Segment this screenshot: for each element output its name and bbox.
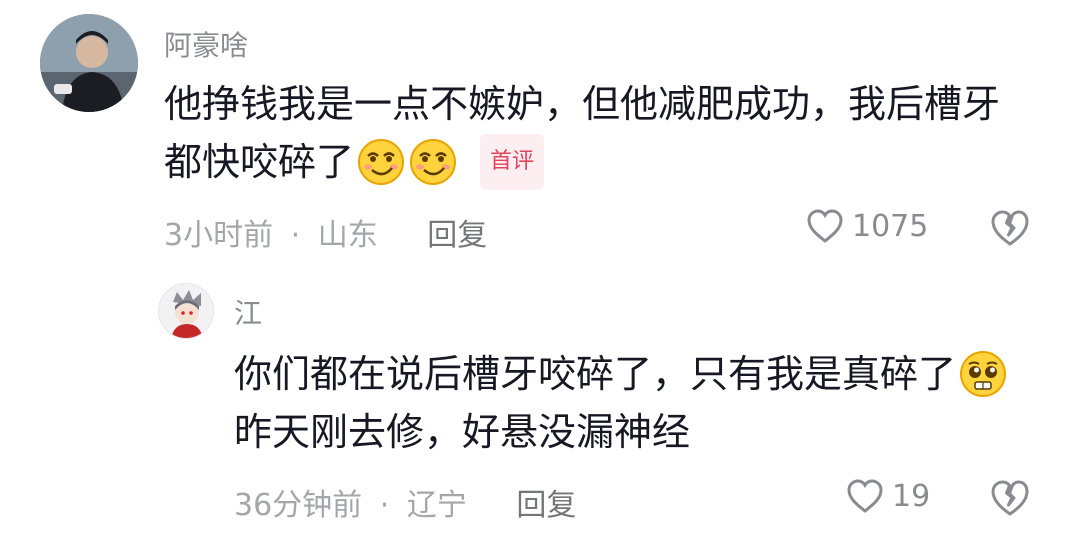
- meta-separator: ·: [379, 488, 390, 523]
- comment-time: 3小时前: [164, 218, 274, 253]
- pleading-face-emoji: [958, 349, 1008, 399]
- like-count: 1075: [852, 208, 929, 244]
- reply-like-count: 19: [892, 478, 931, 514]
- first-comment-badge: 首评: [480, 134, 545, 190]
- reply-username[interactable]: 江: [234, 292, 262, 332]
- reply-location: 辽宁: [406, 488, 467, 523]
- reply-text-line-1-row: 你们都在说后槽牙咬碎了，只有我是真碎了: [234, 348, 1008, 400]
- reply-text-line-2: 昨天刚去修，好悬没漏神经: [234, 410, 691, 454]
- broken-heart-icon[interactable]: [990, 209, 1030, 247]
- comment-meta: 3小时前 · 山东 回复: [164, 210, 487, 254]
- reply-like-button[interactable]: 19: [846, 478, 930, 514]
- smirk-face-emoji: [408, 137, 458, 187]
- reply-button[interactable]: 回复: [427, 218, 487, 253]
- heart-outline-icon: [806, 208, 844, 244]
- reply-text-line-1: 你们都在说后槽牙咬碎了，只有我是真碎了: [234, 352, 957, 396]
- comment-text-line-1: 他挣钱我是一点不嫉妒，但他减肥成功，我后槽牙: [164, 82, 1001, 126]
- reply-meta: 36分钟前 · 辽宁 回复: [234, 480, 576, 524]
- reply-button[interactable]: 回复: [516, 488, 576, 523]
- heart-outline-icon: [846, 478, 884, 514]
- meta-separator: ·: [290, 218, 301, 253]
- reply-avatar[interactable]: [158, 283, 214, 339]
- smirk-face-emoji: [356, 137, 406, 187]
- like-button[interactable]: 1075: [806, 208, 928, 244]
- comment-username[interactable]: 阿豪啥: [164, 24, 248, 64]
- reply-time: 36分钟前: [234, 488, 363, 523]
- avatar[interactable]: [40, 14, 138, 112]
- comment-text-line-2-row: 都快咬碎了 首评: [164, 134, 545, 190]
- comment-text-line-2: 都快咬碎了: [164, 140, 355, 184]
- comment-location: 山东: [317, 218, 378, 253]
- broken-heart-icon[interactable]: [990, 479, 1030, 517]
